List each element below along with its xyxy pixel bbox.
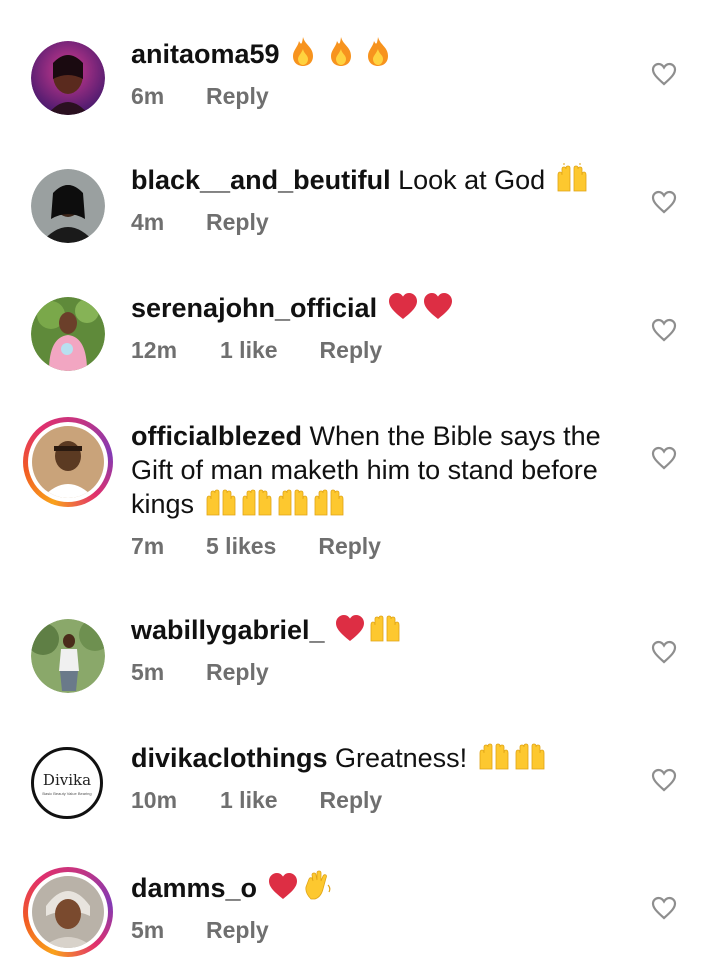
username[interactable]: black__and_beutiful: [131, 165, 391, 195]
comment-time: 4m: [131, 209, 165, 235]
heart-outline-icon[interactable]: [651, 190, 677, 214]
comment-text: officialblezed When the Bible says the G…: [131, 419, 631, 525]
comment-meta: 4m Reply: [131, 209, 631, 236]
brand-logo-tagline: Basic Beauty Value Bearing: [42, 791, 92, 796]
comment-time: 7m: [131, 533, 165, 559]
reply-button[interactable]: Reply: [206, 659, 269, 686]
fire-emoji-icon: [289, 35, 317, 75]
comment-message: Look at God: [390, 165, 546, 195]
reply-button[interactable]: Reply: [318, 533, 381, 560]
comment-time: 5m: [131, 917, 165, 943]
comment-text: wabillygabriel_: [131, 613, 631, 651]
comment-meta: 5m Reply: [131, 917, 631, 944]
fire-emoji-icon: [364, 35, 392, 75]
raised-hands-emoji-icon: [240, 487, 274, 525]
comment-text: divikaclothings Greatness!: [131, 741, 631, 779]
username[interactable]: wabillygabriel_: [131, 615, 325, 645]
username[interactable]: damms_o: [131, 873, 257, 903]
avatar-story-ring[interactable]: [23, 417, 113, 507]
avatar[interactable]: [31, 619, 105, 693]
likes-count[interactable]: 1 like: [220, 337, 278, 364]
comment-meta: 5m Reply: [131, 659, 631, 686]
red-heart-emoji-icon: [387, 291, 419, 329]
raised-hands-emoji-icon: [477, 741, 511, 779]
avatar-brand-logo[interactable]: Divika Basic Beauty Value Bearing: [31, 747, 103, 819]
raised-hands-emoji-icon: [513, 741, 547, 779]
reply-button[interactable]: Reply: [206, 83, 269, 110]
comment-meta: 7m 5 likes Reply: [131, 533, 631, 560]
brand-logo-text: Divika: [42, 771, 92, 789]
waving-hand-emoji-icon: [301, 869, 333, 909]
heart-outline-icon[interactable]: [651, 640, 677, 664]
comment-text: damms_o: [131, 869, 631, 909]
reply-button[interactable]: Reply: [320, 787, 383, 814]
comment-time: 10m: [131, 787, 178, 813]
raised-hands-emoji-icon: [555, 163, 589, 201]
comment-text: serenajohn_official: [131, 291, 631, 329]
comment-meta: 6m Reply: [131, 83, 631, 110]
avatar[interactable]: [31, 297, 105, 371]
red-heart-emoji-icon: [422, 291, 454, 329]
reply-button[interactable]: Reply: [320, 337, 383, 364]
avatar[interactable]: [31, 169, 105, 243]
heart-outline-icon[interactable]: [651, 768, 677, 792]
red-heart-emoji-icon: [267, 871, 299, 909]
comment-time: 12m: [131, 337, 178, 363]
username[interactable]: divikaclothings: [131, 743, 328, 773]
heart-outline-icon[interactable]: [651, 318, 677, 342]
avatar-story-ring[interactable]: [23, 867, 113, 957]
raised-hands-emoji-icon: [368, 613, 402, 651]
raised-hands-emoji-icon: [312, 487, 346, 525]
username[interactable]: anitaoma59: [131, 39, 280, 69]
likes-count[interactable]: 1 like: [220, 787, 278, 814]
raised-hands-emoji-icon: [276, 487, 310, 525]
comment-meta: 10m 1 like Reply: [131, 787, 631, 814]
reply-button[interactable]: Reply: [206, 209, 269, 236]
fire-emoji-icon: [327, 35, 355, 75]
comment-time: 5m: [131, 659, 165, 685]
red-heart-emoji-icon: [334, 613, 366, 651]
comment-text: anitaoma59: [131, 35, 631, 75]
raised-hands-emoji-icon: [204, 487, 238, 525]
reply-button[interactable]: Reply: [206, 917, 269, 944]
heart-outline-icon[interactable]: [651, 446, 677, 470]
username[interactable]: officialblezed: [131, 421, 302, 451]
comment-time: 6m: [131, 83, 165, 109]
heart-outline-icon[interactable]: [651, 896, 677, 920]
username[interactable]: serenajohn_official: [131, 293, 377, 323]
comment-meta: 12m 1 like Reply: [131, 337, 631, 364]
heart-outline-icon[interactable]: [651, 62, 677, 86]
likes-count[interactable]: 5 likes: [206, 533, 276, 560]
comment-list: anitaoma59 6m Reply black__and_beutiful …: [0, 0, 720, 960]
comment-message: Greatness!: [327, 743, 468, 773]
comment-text: black__and_beutiful Look at God: [131, 163, 631, 201]
avatar[interactable]: [31, 41, 105, 115]
